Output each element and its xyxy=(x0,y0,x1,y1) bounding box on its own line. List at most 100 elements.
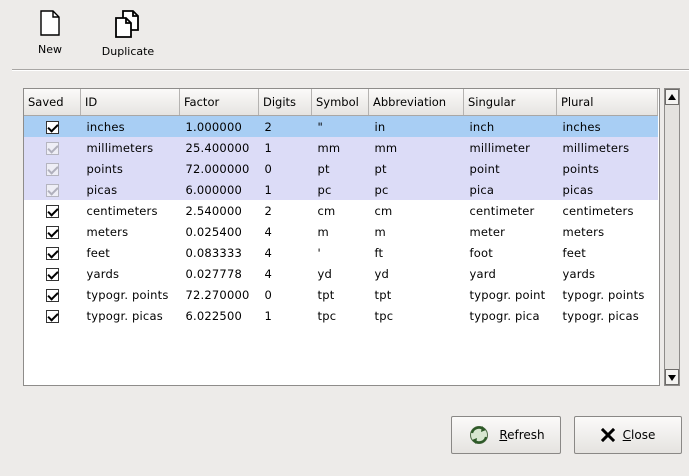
cell-plural: yards xyxy=(562,266,596,281)
cell-saved xyxy=(24,137,81,158)
refresh-label: Refresh xyxy=(499,428,545,442)
new-document-icon xyxy=(40,10,60,36)
cell-symbol: cm xyxy=(317,203,336,218)
column-header-symbol[interactable]: Symbol xyxy=(311,89,369,116)
cell-plural: meters xyxy=(562,224,605,239)
column-header-abbreviation[interactable]: Abbreviation xyxy=(368,89,464,116)
cell-factor: 0.025400 xyxy=(185,224,242,239)
table-row[interactable]: picas 6.000000 1 pc pc pica picas xyxy=(24,179,658,200)
cell-abbreviation: pt xyxy=(368,158,464,179)
cell-abbreviation: yd xyxy=(374,266,390,281)
cell-singular: inch xyxy=(463,115,557,137)
cell-plural: inches xyxy=(556,115,658,137)
cell-factor: 0.027778 xyxy=(185,266,242,281)
saved-checkbox[interactable] xyxy=(45,309,59,323)
vertical-scrollbar[interactable] xyxy=(664,88,680,386)
cell-id: picas xyxy=(80,179,180,200)
table-row[interactable]: meters 0.025400 4 m m meter meters xyxy=(24,221,658,242)
cell-id: millimeters xyxy=(80,137,180,158)
cell-digits: 4 xyxy=(264,266,273,281)
cell-abbreviation: tpt xyxy=(374,287,392,302)
cell-plural: picas xyxy=(556,179,658,200)
cell-symbol: pt xyxy=(311,158,369,179)
cell-factor: 25.400000 xyxy=(179,137,259,158)
cell-abbreviation: ft xyxy=(374,245,384,260)
cell-saved xyxy=(24,158,81,179)
cell-saved xyxy=(24,284,81,305)
cell-id: meters xyxy=(86,224,129,239)
saved-checkbox[interactable] xyxy=(45,246,59,260)
table-row[interactable]: inches 1.000000 2 " in inch inches xyxy=(24,115,658,137)
duplicate-button[interactable]: Duplicate xyxy=(92,10,164,58)
cell-abbreviation: pc xyxy=(368,179,464,200)
table-row[interactable]: millimeters 25.400000 1 mm mm millimeter milli… xyxy=(24,137,658,158)
cell-abbreviation: cm xyxy=(374,203,393,218)
refresh-button[interactable]: Refresh xyxy=(451,416,561,454)
units-table: Saved ID Factor Digits Symbol Abbreviati… xyxy=(23,88,660,386)
saved-checkbox[interactable] xyxy=(45,204,59,218)
toolbar-separator xyxy=(12,69,689,71)
cell-factor: 2.540000 xyxy=(185,203,242,218)
cell-id: typogr. points xyxy=(86,287,169,302)
cell-plural: centimeters xyxy=(562,203,634,218)
saved-checkbox[interactable] xyxy=(45,225,59,239)
cell-abbreviation: tpc xyxy=(374,308,394,323)
table-row[interactable]: yards 0.027778 4 yd yd yard yards xyxy=(24,263,658,284)
cell-abbreviation: in xyxy=(368,115,464,137)
table-row[interactable]: typogr. points 72.270000 0 tpt tpt typogr. po… xyxy=(24,284,658,305)
cell-singular: millimeter xyxy=(463,137,557,158)
column-header-saved[interactable]: Saved xyxy=(24,89,81,116)
cell-digits: 0 xyxy=(258,158,312,179)
cell-plural: millimeters xyxy=(556,137,658,158)
column-header-singular[interactable]: Singular xyxy=(463,89,557,116)
cell-symbol: ' xyxy=(317,245,321,260)
cell-digits: 4 xyxy=(264,224,273,239)
column-header-factor[interactable]: Factor xyxy=(179,89,259,116)
close-label: Close xyxy=(622,428,656,442)
column-header-plural[interactable]: Plural xyxy=(556,89,658,116)
cell-digits: 2 xyxy=(264,203,273,218)
column-header-digits[interactable]: Digits xyxy=(258,89,312,116)
cell-saved xyxy=(24,305,81,326)
cell-id: centimeters xyxy=(86,203,158,218)
cell-symbol: tpt xyxy=(317,287,335,302)
saved-checkbox xyxy=(45,162,59,176)
cell-symbol: yd xyxy=(317,266,333,281)
table-row[interactable]: typogr. picas 6.022500 1 tpc tpc typogr. pica… xyxy=(24,305,658,326)
table-row[interactable]: points 72.000000 0 pt pt point points xyxy=(24,158,658,179)
close-button[interactable]: Close xyxy=(574,416,682,454)
close-icon xyxy=(600,428,615,442)
cell-singular: typogr. point xyxy=(469,287,546,302)
cell-singular: meter xyxy=(469,224,506,239)
cell-id: yards xyxy=(86,266,120,281)
cell-saved xyxy=(24,242,81,263)
saved-checkbox[interactable] xyxy=(45,267,59,281)
saved-checkbox[interactable] xyxy=(45,120,59,134)
cell-digits: 1 xyxy=(264,308,273,323)
cell-factor: 6.000000 xyxy=(179,179,259,200)
cell-saved xyxy=(24,200,81,221)
table-row[interactable]: centimeters 2.540000 2 cm cm centimeter centim… xyxy=(24,200,658,221)
saved-checkbox xyxy=(45,141,59,155)
new-button[interactable]: New xyxy=(30,10,70,56)
scroll-down-button[interactable] xyxy=(665,369,679,385)
cell-digits: 1 xyxy=(258,179,312,200)
cell-symbol: m xyxy=(317,224,329,239)
cell-saved xyxy=(24,179,81,200)
cell-digits: 2 xyxy=(258,115,312,137)
cell-plural: typogr. picas xyxy=(562,308,639,323)
saved-checkbox[interactable] xyxy=(45,288,59,302)
toolbar: New Duplicate xyxy=(0,0,689,68)
cell-id: typogr. picas xyxy=(86,308,163,323)
duplicate-label: Duplicate xyxy=(101,45,155,58)
table-row[interactable]: feet 0.083333 4 ' ft foot feet xyxy=(24,242,658,263)
cell-singular: typogr. pica xyxy=(469,308,540,323)
cell-factor: 72.000000 xyxy=(179,158,259,179)
cell-singular: point xyxy=(463,158,557,179)
cell-plural: feet xyxy=(562,245,587,260)
cell-singular: centimeter xyxy=(469,203,535,218)
cell-symbol: pc xyxy=(311,179,369,200)
scroll-up-button[interactable] xyxy=(665,89,679,105)
cell-abbreviation: m xyxy=(374,224,386,239)
column-header-id[interactable]: ID xyxy=(80,89,180,116)
